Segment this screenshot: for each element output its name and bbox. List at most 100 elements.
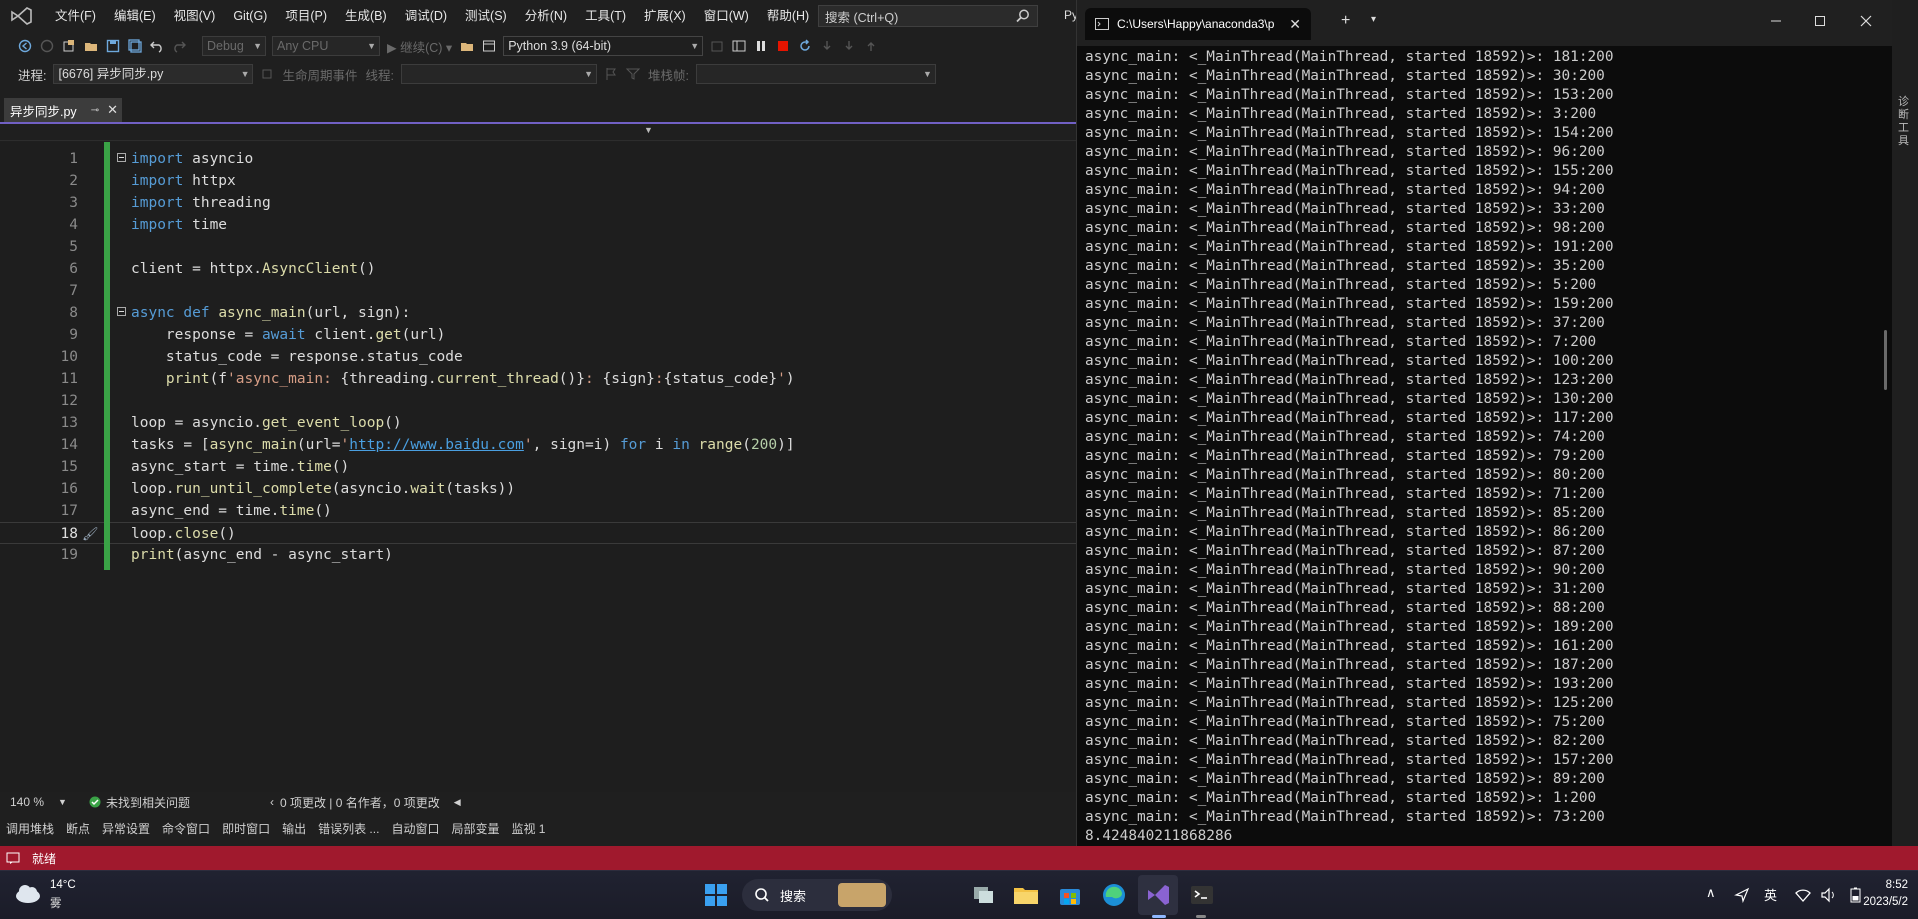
tool-window-tab[interactable]: 输出: [282, 820, 306, 837]
search-input[interactable]: 搜索 (Ctrl+Q): [818, 5, 1038, 27]
file-explorer-icon[interactable]: [1010, 879, 1042, 911]
volume-icon[interactable]: [1820, 887, 1838, 903]
code-line[interactable]: 11 print(f'async_main: {threading.curren…: [0, 368, 1076, 390]
weather-condition[interactable]: 雾: [50, 895, 62, 911]
save-icon[interactable]: [106, 39, 120, 53]
pause-icon[interactable]: [754, 39, 768, 53]
stack-frame-select[interactable]: ▼: [695, 64, 936, 84]
output-window-icon[interactable]: [6, 851, 20, 865]
code-line[interactable]: 5: [0, 236, 1076, 258]
tool-window-tab[interactable]: 异常设置: [102, 820, 150, 837]
code-line[interactable]: 2 import httpx: [0, 170, 1076, 192]
filter-icon[interactable]: [625, 67, 640, 81]
code-line[interactable]: 17 async_end = time.time(): [0, 500, 1076, 522]
code-line[interactable]: 12: [0, 390, 1076, 412]
lifecycle-events-icon[interactable]: [260, 67, 274, 81]
network-icon[interactable]: [1794, 887, 1812, 903]
terminal-output[interactable]: async_main: <_MainThread(MainThread, sta…: [1077, 46, 1893, 868]
tool-window-tab[interactable]: 断点: [66, 820, 90, 837]
environment-icon[interactable]: [710, 39, 724, 53]
code-line[interactable]: 16 loop.run_until_complete(asyncio.wait(t…: [0, 478, 1076, 500]
flag-icon[interactable]: [604, 67, 618, 81]
close-window-icon[interactable]: [1859, 14, 1873, 28]
configuration-select[interactable]: Debug ▼: [202, 36, 266, 56]
code-line[interactable]: 1 import asyncio: [0, 148, 1076, 170]
brush-icon[interactable]: 🖌: [82, 524, 99, 546]
taskbar-search-box[interactable]: 搜索: [742, 879, 892, 911]
code-line[interactable]: 18 loop.close() 🖌: [0, 522, 1076, 544]
clock-time[interactable]: 8:52: [1852, 879, 1908, 891]
restart-icon[interactable]: [798, 39, 812, 53]
menu-item[interactable]: 生成(B): [336, 0, 396, 32]
tool-window-tab[interactable]: 命令窗口: [162, 820, 210, 837]
location-icon[interactable]: [1734, 887, 1750, 903]
terminal-scrollbar[interactable]: [1884, 330, 1887, 390]
menu-item[interactable]: Git(G): [224, 0, 276, 32]
menu-item[interactable]: 窗口(W): [695, 0, 758, 32]
menu-item[interactable]: 调试(D): [396, 0, 456, 32]
tool-window-tab[interactable]: 监视 1: [511, 820, 545, 837]
fold-toggle-icon[interactable]: [117, 307, 126, 316]
tool-window-tab[interactable]: 自动窗口: [391, 820, 439, 837]
menu-item[interactable]: 文件(F): [46, 0, 105, 32]
window-layout-icon[interactable]: [732, 39, 746, 53]
open-file-icon[interactable]: [84, 39, 98, 53]
minimize-icon[interactable]: [1769, 14, 1783, 28]
process-select[interactable]: [6676] 异步同步.py ▼: [53, 64, 254, 84]
save-all-icon[interactable]: [128, 39, 142, 53]
diagnostic-tools-tab[interactable]: 诊断工具: [1898, 96, 1912, 148]
menu-item[interactable]: 视图(V): [165, 0, 225, 32]
tool-window-tab[interactable]: 局部变量: [451, 820, 499, 837]
menu-item[interactable]: 帮助(H): [758, 0, 818, 32]
weather-temperature[interactable]: 14°C: [50, 879, 76, 891]
python-environment-select[interactable]: Python 3.9 (64-bit) ▼: [503, 36, 704, 56]
scroll-left-icon[interactable]: ◀: [454, 797, 461, 808]
step-out-icon[interactable]: [864, 39, 878, 53]
redo-icon[interactable]: [172, 39, 186, 53]
pin-icon[interactable]: ⊸: [91, 105, 99, 116]
code-line[interactable]: 9 response = await client.get(url): [0, 324, 1076, 346]
close-icon[interactable]: ✕: [107, 102, 118, 118]
code-line[interactable]: 10 status_code = response.status_code: [0, 346, 1076, 368]
code-line[interactable]: 6 client = httpx.AsyncClient(): [0, 258, 1076, 280]
tool-window-tab[interactable]: 调用堆栈: [6, 820, 54, 837]
lifecycle-events-label[interactable]: 生命周期事件: [282, 65, 357, 84]
tool-window-tab[interactable]: 即时窗口: [222, 820, 270, 837]
clock-date[interactable]: 2023/5/2: [1840, 896, 1908, 908]
layout-icon[interactable]: [482, 39, 496, 53]
terminal-taskbar-icon[interactable]: [1186, 879, 1218, 911]
platform-select[interactable]: Any CPU ▼: [272, 36, 380, 56]
menu-item[interactable]: 测试(S): [456, 0, 516, 32]
back-icon[interactable]: [18, 39, 32, 53]
task-view-icon[interactable]: [968, 879, 1000, 911]
menu-item[interactable]: 项目(P): [276, 0, 336, 32]
menu-item[interactable]: 工具(T): [576, 0, 635, 32]
code-line[interactable]: 3 import threading: [0, 192, 1076, 214]
navigation-bar[interactable]: ▼: [0, 124, 1076, 141]
code-line[interactable]: 15 async_start = time.time(): [0, 456, 1076, 478]
step-over-icon[interactable]: [820, 39, 834, 53]
code-line[interactable]: 19 print(async_end - async_start): [0, 544, 1076, 566]
stop-icon[interactable]: [776, 39, 790, 53]
new-project-icon[interactable]: [62, 39, 76, 53]
hidden-icons-chevron-icon[interactable]: ∧: [1706, 885, 1716, 901]
fold-toggle-icon[interactable]: [117, 153, 126, 162]
new-tab-icon[interactable]: +: [1341, 12, 1350, 30]
menu-item[interactable]: 分析(N): [516, 0, 576, 32]
tool-window-tab[interactable]: 错误列表 ...: [318, 820, 379, 837]
zoom-level[interactable]: 140 %: [10, 795, 44, 809]
thread-select[interactable]: ▼: [400, 64, 597, 84]
code-line[interactable]: 8 async def async_main(url, sign):: [0, 302, 1076, 324]
changes-status[interactable]: 0 项更改 | 0 名作者，0 项更改: [280, 794, 440, 811]
maximize-icon[interactable]: [1813, 14, 1827, 28]
menu-item[interactable]: 扩展(X): [635, 0, 695, 32]
code-editor[interactable]: 1 import asyncio 2 import httpx 3 import thre…: [0, 142, 1076, 792]
windows-start-icon[interactable]: [700, 879, 732, 911]
code-line[interactable]: 14 tasks = [async_main(url='http://www.ba…: [0, 434, 1076, 456]
chevron-down-icon[interactable]: ▼: [644, 125, 653, 135]
issues-status[interactable]: 未找到相关问题: [106, 794, 190, 811]
terminal-tab[interactable]: C:\Users\Happy\anaconda3\p ✕: [1085, 8, 1311, 40]
code-line[interactable]: 13 loop = asyncio.get_event_loop(): [0, 412, 1076, 434]
menu-item[interactable]: 编辑(E): [105, 0, 165, 32]
visual-studio-taskbar-icon[interactable]: [1142, 879, 1174, 911]
